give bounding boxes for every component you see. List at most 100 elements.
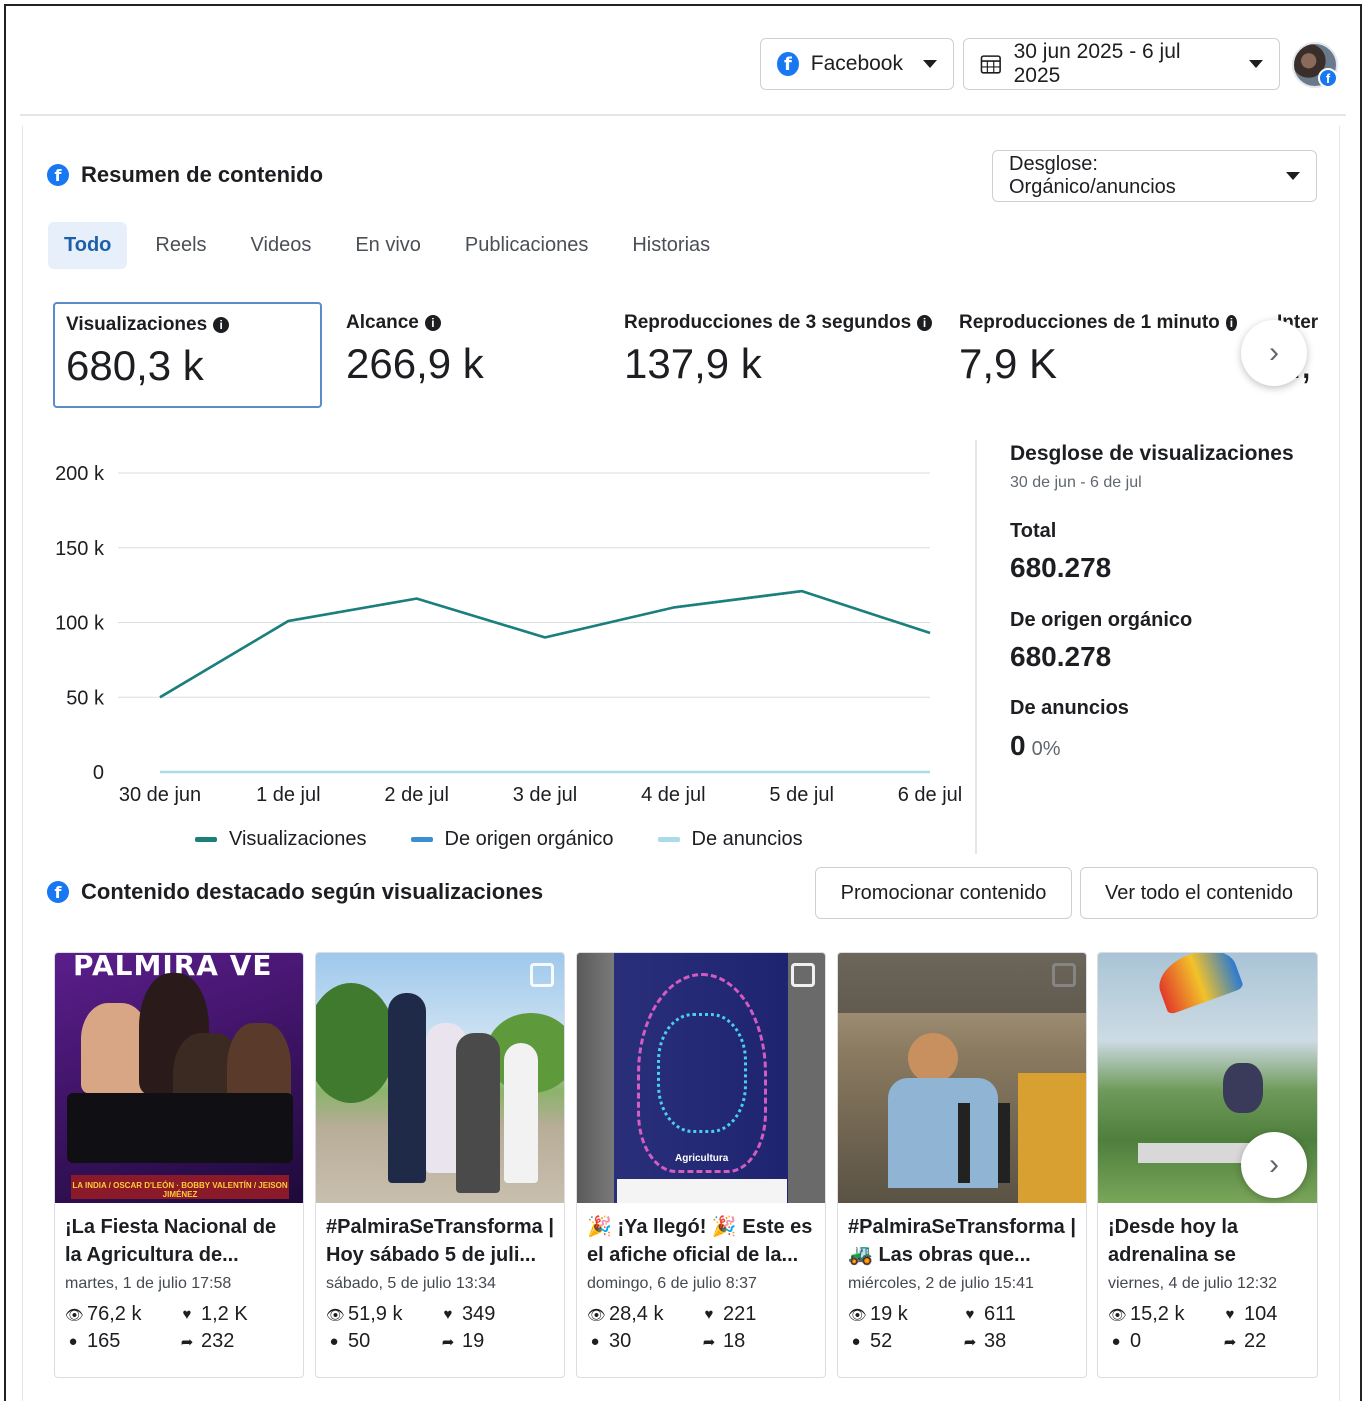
facebook-icon: f bbox=[47, 164, 69, 186]
tab-videos[interactable]: Videos bbox=[235, 222, 328, 269]
metric-label: Reproducciones de 1 minuto bbox=[959, 312, 1220, 333]
breakdown-ads-row: 0 0% bbox=[1010, 730, 1060, 762]
legend-swatch bbox=[195, 837, 217, 842]
summary-title: Resumen de contenido bbox=[81, 162, 324, 187]
metric-value: 266,9 k bbox=[346, 340, 484, 387]
post-card[interactable]: Agricultura 🎉 ¡Ya llegó! 🎉 Este es el af… bbox=[576, 952, 826, 1378]
shares-count: 22 bbox=[1244, 1330, 1267, 1352]
legend-label: De origen orgánico bbox=[444, 828, 614, 850]
tab-en-vivo[interactable]: En vivo bbox=[339, 222, 437, 269]
comments-count: 50 bbox=[348, 1330, 371, 1352]
info-icon[interactable]: i bbox=[917, 315, 932, 331]
metric-reproducciones-1m[interactable]: Reproducciones de 1 minuto i 7,9 K bbox=[948, 302, 1248, 408]
facebook-badge-icon: f bbox=[1318, 68, 1338, 88]
heart-icon: ♥ bbox=[704, 1306, 714, 1323]
breakdown-ads-value: 0 bbox=[1010, 730, 1026, 761]
legend-item[interactable]: De anuncios bbox=[657, 828, 803, 851]
views-line-chart: 0 50 k 100 k 150 k 200 k 30 de jun 1 de jul 2 d… bbox=[55, 463, 963, 806]
metric-value: 680,3 k bbox=[66, 342, 204, 389]
breakdown-select[interactable]: Desglose: Orgánico/anuncios bbox=[992, 150, 1317, 202]
likes-count: 1,2 K bbox=[201, 1303, 248, 1325]
y-tick-label: 200 k bbox=[55, 463, 105, 485]
metric-label: Alcance bbox=[346, 312, 419, 333]
metric-reproducciones-3s[interactable]: Reproducciones de 3 segundos i 137,9 k bbox=[613, 302, 943, 408]
heart-icon: ♥ bbox=[965, 1306, 975, 1323]
comments-count: 165 bbox=[87, 1330, 121, 1352]
post-card[interactable]: #PalmiraSeTransforma | 🚜 Las obras que..… bbox=[837, 952, 1087, 1378]
chart-divider bbox=[975, 440, 977, 854]
eye-icon: 👁 bbox=[65, 1306, 85, 1324]
view-all-content-button[interactable]: Ver todo el contenido bbox=[1080, 867, 1318, 919]
x-tick-label: 6 de jul bbox=[898, 784, 963, 806]
tab-publicaciones[interactable]: Publicaciones bbox=[449, 222, 604, 269]
legend-swatch bbox=[657, 837, 680, 842]
tab-reels[interactable]: Reels bbox=[139, 222, 222, 269]
views-count: 19 k bbox=[870, 1303, 908, 1325]
image-icon bbox=[791, 963, 815, 987]
post-date: martes, 1 de julio 17:58 bbox=[65, 1275, 232, 1292]
summary-header: f Resumen de contenido bbox=[47, 162, 323, 188]
eye-icon: 👁 bbox=[326, 1306, 346, 1324]
metrics-next-button[interactable]: › bbox=[1241, 320, 1307, 386]
x-tick-label: 5 de jul bbox=[769, 784, 834, 806]
date-range-label: 30 jun 2025 - 6 jul 2025 bbox=[1013, 40, 1181, 87]
eye-icon: 👁 bbox=[848, 1306, 868, 1324]
platform-label: Facebook bbox=[810, 52, 903, 75]
date-range-selector[interactable]: 30 jun 2025 - 6 jul 2025 bbox=[963, 38, 1280, 90]
post-stats: 👁 28,4 k ♥ 221 ● 30 ➦ 18 bbox=[577, 1293, 825, 1353]
content-tabs: Todo Reels Videos En vivo Publicaciones … bbox=[48, 222, 738, 269]
caret-down-icon bbox=[1286, 172, 1300, 180]
legend-swatch bbox=[410, 837, 433, 842]
likes-count: 104 bbox=[1244, 1303, 1278, 1325]
caret-down-icon bbox=[1249, 60, 1263, 68]
share-icon: ➦ bbox=[963, 1333, 977, 1351]
share-icon: ➦ bbox=[1223, 1333, 1237, 1351]
breakdown-total-label: Total bbox=[1010, 520, 1057, 542]
chevron-right-icon: › bbox=[1269, 1148, 1279, 1181]
facebook-icon: f bbox=[47, 881, 69, 903]
heart-icon: ♥ bbox=[182, 1306, 192, 1323]
info-icon[interactable]: i bbox=[424, 315, 441, 331]
platform-selector[interactable]: f Facebook bbox=[760, 38, 954, 90]
series-line bbox=[159, 589, 931, 699]
metric-label: Visualizaciones bbox=[66, 314, 208, 335]
comment-icon: ● bbox=[851, 1333, 861, 1350]
facebook-icon: f bbox=[777, 52, 799, 76]
breakdown-select-label: Desglose: Orgánico/anuncios bbox=[1009, 153, 1176, 198]
caret-down-icon bbox=[923, 60, 937, 68]
breakdown-ads-pct: 0% bbox=[1031, 738, 1061, 760]
comments-count: 52 bbox=[870, 1330, 893, 1352]
metric-label: Reproducciones de 3 segundos bbox=[624, 312, 912, 333]
post-thumbnail bbox=[838, 953, 1086, 1203]
share-icon: ➦ bbox=[441, 1333, 455, 1351]
x-tick-label: 4 de jul bbox=[641, 784, 706, 806]
post-stats: 👁 51,9 k ♥ 349 ● 50 ➦ 19 bbox=[316, 1293, 564, 1353]
legend-item[interactable]: Visualizaciones bbox=[195, 828, 367, 851]
info-icon[interactable]: i bbox=[213, 317, 230, 333]
post-date: sábado, 5 de julio 13:34 bbox=[326, 1275, 496, 1292]
likes-count: 221 bbox=[723, 1303, 757, 1325]
legend-label: De anuncios bbox=[691, 828, 803, 850]
info-icon[interactable]: i bbox=[1225, 315, 1237, 331]
post-stats: 👁 19 k ♥ 611 ● 52 ➦ 38 bbox=[838, 1293, 1086, 1353]
share-icon: ➦ bbox=[180, 1333, 194, 1351]
post-card[interactable]: #PalmiraSeTransforma | Hoy sábado 5 de j… bbox=[315, 952, 565, 1378]
tab-historias[interactable]: Historias bbox=[616, 222, 726, 269]
posts-next-button[interactable]: › bbox=[1241, 1132, 1307, 1198]
metric-value: 137,9 k bbox=[624, 340, 762, 387]
views-count: 15,2 k bbox=[1130, 1303, 1185, 1325]
views-count: 51,9 k bbox=[348, 1303, 403, 1325]
thumb-caption: Agricultura bbox=[675, 1153, 729, 1164]
metric-visualizaciones[interactable]: Visualizaciones i 680,3 k bbox=[53, 302, 322, 408]
metric-alcance[interactable]: Alcance i 266,9 k bbox=[335, 302, 595, 408]
tab-todo[interactable]: Todo bbox=[48, 222, 128, 269]
shares-count: 232 bbox=[201, 1330, 235, 1352]
post-card[interactable]: PALMIRA VE LA INDIA / OSCAR D'LEÓN · BOB… bbox=[54, 952, 304, 1378]
y-tick-label: 100 k bbox=[55, 613, 105, 635]
promote-content-button[interactable]: Promocionar contenido bbox=[815, 867, 1072, 919]
post-title: #PalmiraSeTransforma | Hoy sábado 5 de j… bbox=[326, 1216, 554, 1266]
legend-item[interactable]: De origen orgánico bbox=[410, 828, 614, 851]
post-date: miércoles, 2 de julio 15:41 bbox=[848, 1275, 1034, 1292]
legend-label: Visualizaciones bbox=[229, 828, 367, 850]
post-thumbnail: Agricultura bbox=[577, 953, 825, 1203]
